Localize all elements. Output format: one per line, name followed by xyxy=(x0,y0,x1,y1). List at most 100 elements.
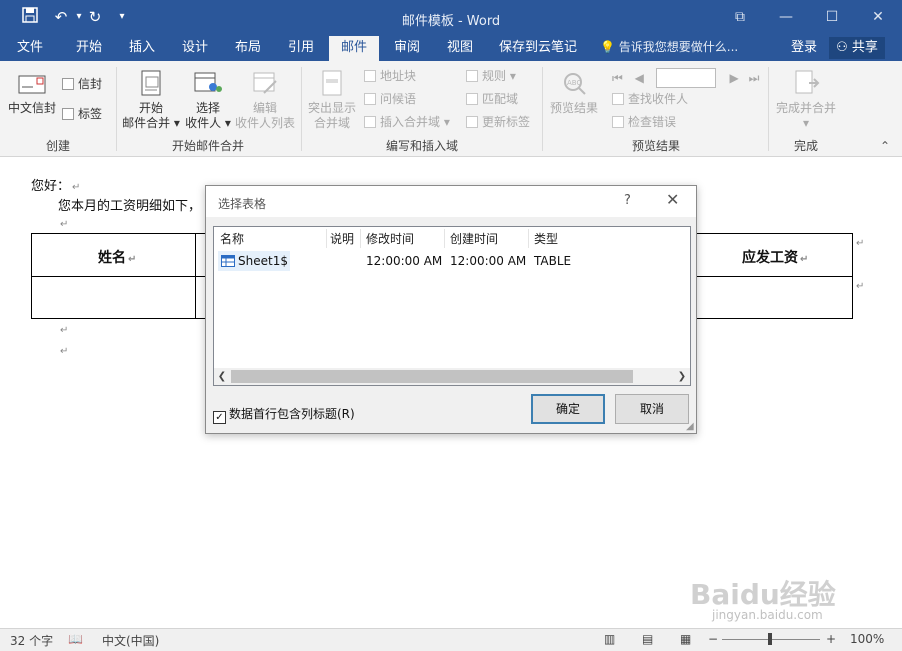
login-link[interactable]: 登录 xyxy=(791,36,817,59)
help-icon[interactable]: ? xyxy=(624,193,631,208)
cancel-button[interactable]: 取消 xyxy=(615,394,689,424)
update-labels-icon xyxy=(466,116,478,128)
web-layout-icon[interactable]: ▦ xyxy=(680,632,691,646)
envelope-small-icon xyxy=(62,78,74,90)
insert-merge-field-button[interactable]: 插入合并域 ▾ xyxy=(364,114,450,130)
tab-layout[interactable]: 布局 xyxy=(223,36,273,61)
tab-design[interactable]: 设计 xyxy=(170,36,220,61)
column-header-name[interactable]: 名称 xyxy=(220,230,244,247)
share-button[interactable]: ⚇ 共享 xyxy=(829,37,885,59)
tab-mailings[interactable]: 邮件 xyxy=(329,36,379,61)
baidu-watermark-url: jingyan.baidu.com xyxy=(712,608,823,622)
finish-merge-button[interactable]: 完成并合并 ▾ xyxy=(772,69,840,131)
tab-references[interactable]: 引用 xyxy=(276,36,326,61)
select-recipients-button[interactable]: 选择 收件人 ▾ xyxy=(183,69,233,131)
column-header-created[interactable]: 创建时间 xyxy=(450,230,498,247)
highlight-merge-fields-button[interactable]: 突出显示 合并域 xyxy=(305,69,359,131)
envelope-icon xyxy=(18,75,46,94)
collapse-ribbon-icon[interactable]: ⌃ xyxy=(880,139,890,153)
scroll-left-icon[interactable]: ❮ xyxy=(214,368,230,385)
checkbox-label: 数据首行包含列标题(R) xyxy=(229,407,355,421)
dialog-body: 名称 说明 修改时间 创建时间 类型 Sheet1$ 12:00:00 AM 1… xyxy=(206,217,696,433)
close-window-icon[interactable]: ✕ xyxy=(863,6,893,28)
table-header-salary: 应发工资 ↵ xyxy=(742,247,808,267)
tell-me-box[interactable]: 💡 告诉我您想要做什么... xyxy=(600,36,738,61)
column-separator[interactable] xyxy=(326,229,327,248)
labels-label: 标签 xyxy=(78,107,103,121)
scroll-right-icon[interactable]: ❯ xyxy=(674,368,690,385)
next-record-icon[interactable]: ▶ xyxy=(730,71,739,85)
edit-recipient-list-button[interactable]: 编辑 收件人列表 xyxy=(233,69,297,131)
tab-home[interactable]: 开始 xyxy=(64,36,114,61)
language-indicator[interactable]: 中文(中国) xyxy=(102,632,159,649)
tab-file[interactable]: 文件 xyxy=(8,36,52,61)
preview-results-button[interactable]: ABC 预览结果 xyxy=(546,69,602,116)
highlight-label-2: 合并域 xyxy=(313,116,350,130)
match-fields-button[interactable]: 匹配域 xyxy=(466,91,518,107)
greeting-text: 您好： xyxy=(31,179,71,194)
svg-text:ABC: ABC xyxy=(567,79,581,87)
envelope-button[interactable]: 信封 xyxy=(62,76,102,92)
scrollbar-thumb[interactable] xyxy=(231,370,633,383)
tab-view[interactable]: 视图 xyxy=(435,36,485,61)
ribbon-display-icon[interactable]: ⧉ xyxy=(725,6,755,28)
proofing-icon[interactable]: 📖 xyxy=(68,632,83,646)
start-mail-merge-button[interactable]: 开始 邮件合并 ▾ xyxy=(120,69,182,131)
minimize-icon[interactable]: — xyxy=(771,6,801,28)
check-errors-button[interactable]: 检查错误 xyxy=(612,114,676,130)
tab-review[interactable]: 审阅 xyxy=(382,36,432,61)
column-separator[interactable] xyxy=(444,229,445,248)
list-item-selected[interactable]: Sheet1$ xyxy=(218,251,290,271)
address-block-label: 地址块 xyxy=(380,69,417,83)
first-record-icon[interactable]: ⏮ xyxy=(612,71,623,85)
zoom-out-icon[interactable]: − xyxy=(708,632,718,646)
find-recipient-button[interactable]: 查找收件人 xyxy=(612,91,688,107)
column-separator[interactable] xyxy=(528,229,529,248)
resize-grip-icon[interactable]: ◢ xyxy=(686,421,694,432)
update-labels-label: 更新标签 xyxy=(482,115,531,129)
select-recipients-label-2: 收件人 xyxy=(185,116,222,130)
table-header-name: 姓名 ↵ xyxy=(98,247,136,267)
previous-record-icon[interactable]: ◀ xyxy=(635,71,644,85)
checkbox-checked-icon[interactable]: ✓ xyxy=(213,411,226,424)
rules-button[interactable]: 规则 ▾ xyxy=(466,68,516,84)
address-block-button[interactable]: 地址块 xyxy=(364,68,416,84)
column-header-modified[interactable]: 修改时间 xyxy=(366,230,414,247)
group-finish-label: 完成 xyxy=(793,139,818,153)
zoom-level[interactable]: 100% xyxy=(850,632,884,646)
ok-button[interactable]: 确定 xyxy=(531,394,605,424)
paragraph-mark: ↵ xyxy=(60,346,69,357)
abc-preview-icon: ABC xyxy=(564,73,586,95)
table-list[interactable]: 名称 说明 修改时间 创建时间 类型 Sheet1$ 12:00:00 AM 1… xyxy=(213,226,691,386)
record-number-input[interactable] xyxy=(655,68,716,88)
tab-cloud-note[interactable]: 保存到云笔记 xyxy=(492,36,584,61)
close-icon[interactable]: ✕ xyxy=(666,190,679,209)
word-count[interactable]: 32 个字 xyxy=(10,632,53,649)
check-errors-icon xyxy=(612,116,624,128)
print-layout-icon[interactable]: ▤ xyxy=(642,632,653,646)
update-labels-button[interactable]: 更新标签 xyxy=(466,114,530,130)
last-record-icon[interactable]: ⏭ xyxy=(749,71,760,85)
read-mode-icon[interactable]: ▥ xyxy=(604,632,615,646)
select-recipients-label-1: 选择 xyxy=(195,101,220,115)
greeting-line-button[interactable]: 问候语 xyxy=(364,91,416,107)
labels-button[interactable]: 标签 xyxy=(62,106,102,122)
chinese-envelope-button[interactable]: 中文信封 xyxy=(6,69,58,116)
start-merge-label-1: 开始 xyxy=(138,101,163,115)
table-column-divider xyxy=(195,234,196,318)
maximize-icon[interactable]: ☐ xyxy=(817,6,847,28)
window-title: 邮件模板 - Word xyxy=(401,14,501,29)
column-header-type[interactable]: 类型 xyxy=(534,230,558,247)
horizontal-scrollbar[interactable]: ❮ ❯ xyxy=(214,368,690,385)
person-icon: ⚇ xyxy=(836,40,848,55)
first-row-headers-checkbox[interactable]: ✓ 数据首行包含列标题(R) xyxy=(213,405,355,424)
column-header-description[interactable]: 说明 xyxy=(330,230,354,247)
column-separator[interactable] xyxy=(360,229,361,248)
tab-insert[interactable]: 插入 xyxy=(117,36,167,61)
recipients-icon xyxy=(194,72,222,92)
group-divider xyxy=(116,67,117,151)
zoom-in-icon[interactable]: + xyxy=(826,632,836,646)
match-fields-icon xyxy=(466,93,478,105)
zoom-slider-thumb[interactable] xyxy=(768,633,772,645)
labels-icon xyxy=(62,108,74,120)
